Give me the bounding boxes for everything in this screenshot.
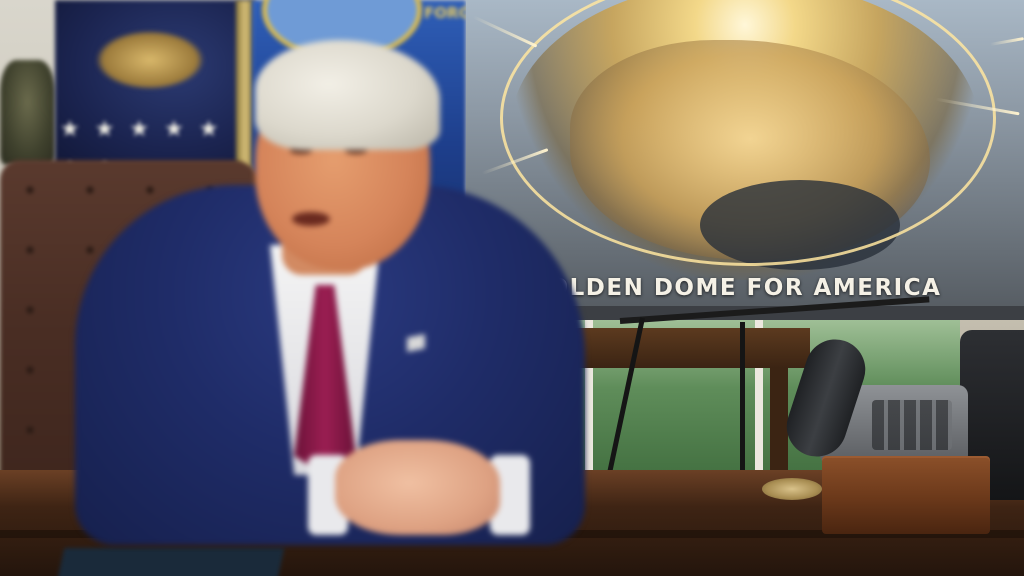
- wooden-box: [822, 458, 990, 534]
- easel-leg: [740, 322, 745, 472]
- mouth: [292, 212, 330, 226]
- statue: [0, 60, 55, 165]
- side-table-leg: [770, 368, 788, 478]
- phone-keypad: [872, 400, 952, 450]
- clasped-hands: [335, 440, 500, 535]
- flag-eagle-emblem: [95, 30, 205, 90]
- photo-scene: ★ ★ ★ ★ ★ ★ ★ FORC OLDEN DOME FOR AMERIC…: [0, 0, 1024, 576]
- folder: [55, 548, 285, 576]
- coin: [762, 478, 822, 500]
- air-force-flag-text: FORC: [424, 4, 470, 22]
- flag-stars: ★ ★ ★ ★ ★ ★ ★: [60, 117, 223, 182]
